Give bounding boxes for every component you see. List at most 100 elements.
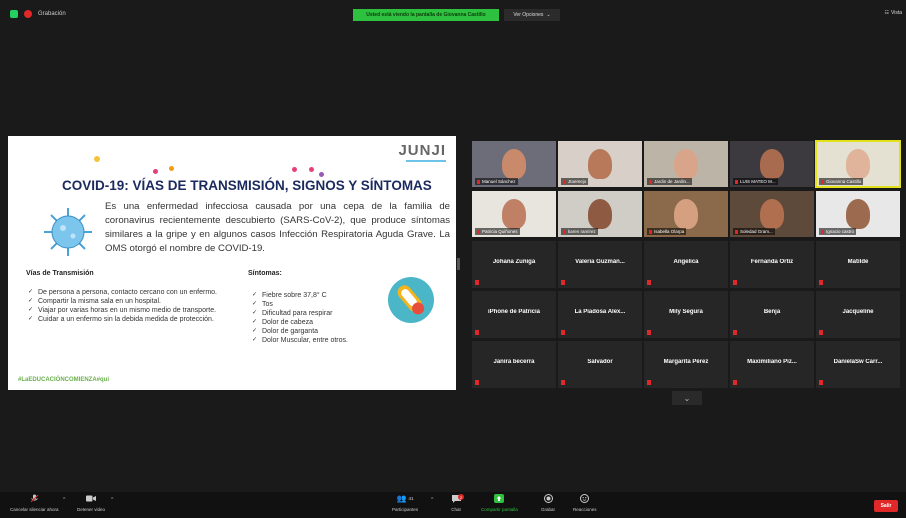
participant-tile[interactable]: DanielaSw Carr... — [816, 341, 900, 388]
participant-video-feed — [502, 149, 526, 179]
split-view-resize-handle[interactable] — [457, 258, 460, 270]
coronavirus-icon — [44, 208, 92, 256]
participant-name: LUIS MATEO M... — [740, 179, 776, 184]
symptoms-list: Fiebre sobre 37,8° C Tos Dificultad para… — [252, 291, 392, 345]
list-item: Compartir la misma sala en un hospital. — [28, 297, 238, 306]
microphone-muted-icon — [733, 280, 737, 285]
slide-intro-paragraph: Es una enfermedad infecciosa causada por… — [105, 201, 450, 254]
microphone-muted-icon — [475, 280, 479, 285]
participant-name: Giovanna Castillo — [826, 179, 862, 184]
unmute-button[interactable]: Cancelar silenciar ahora — [10, 494, 59, 512]
video-tile[interactable]: karen ramírez — [558, 191, 642, 237]
microphone-muted-icon — [563, 229, 566, 234]
stop-video-button[interactable]: Detener video — [77, 494, 105, 512]
audio-options-caret[interactable]: ^ — [63, 497, 65, 503]
participant-video-feed — [760, 199, 784, 229]
microphone-muted-icon — [649, 229, 652, 234]
participants-options-caret[interactable]: ^ — [431, 497, 433, 503]
participant-tile[interactable]: Valeria Guzmán... — [558, 241, 642, 288]
slide-title: COVID-19: VÍAS DE TRANSMISIÓN, SIGNOS Y … — [62, 178, 432, 193]
participant-name-label: Ignacio castro — [819, 228, 857, 235]
leave-meeting-button[interactable]: Salir — [874, 500, 898, 512]
participant-video-feed — [588, 199, 612, 229]
list-item: Dolor de cabeza — [252, 318, 392, 327]
participant-tile[interactable]: Angelica — [644, 241, 728, 288]
microphone-muted-icon — [821, 229, 824, 234]
screen-share-banner: Usted está viendo la pantalla de Giovann… — [353, 9, 499, 21]
participant-tile[interactable]: Margarita Pérez — [644, 341, 728, 388]
chat-label: Chat — [451, 507, 461, 512]
view-options-button[interactable]: Ver Opciones ⌄ — [504, 9, 560, 21]
video-tile[interactable]: Jtoemejo — [558, 141, 642, 187]
list-item: Cuidar a un enfermo sin la debida medida… — [28, 315, 238, 324]
share-screen-label: Compartir pantalla — [481, 507, 518, 512]
participant-tile[interactable]: Maximiliano Piz... — [730, 341, 814, 388]
microphone-muted-icon — [733, 330, 737, 335]
video-options-caret[interactable]: ^ — [111, 497, 113, 503]
participant-name: Jardin de Jardin... — [654, 179, 690, 184]
record-button[interactable]: Grabar — [541, 494, 555, 512]
meeting-top-bar: Grabación Usted está viendo la pantalla … — [0, 0, 906, 26]
participant-video-feed — [502, 199, 526, 229]
recording-indicator[interactable]: Grabación — [10, 10, 66, 18]
participant-tile[interactable]: La Piadosa Alex... — [558, 291, 642, 338]
next-page-button[interactable]: ⌄ — [672, 391, 702, 405]
chat-button[interactable]: 2 Chat — [451, 494, 464, 512]
participant-name-label: Giovanna Castillo — [819, 178, 864, 185]
participant-name: Jacqueline — [842, 309, 874, 315]
video-tile[interactable]: Isabella Olarpa — [644, 191, 728, 237]
participant-name: Ignacio castro — [826, 229, 855, 234]
view-layout-button[interactable]: ☷ Vista — [884, 10, 902, 16]
participant-name: Salvador — [587, 359, 613, 365]
microphone-muted-icon — [821, 179, 824, 184]
participant-name: Maximiliano Piz... — [747, 359, 797, 365]
participants-button[interactable]: 👥 41 Participantes — [392, 494, 418, 512]
participant-name: Johana Zuñiga — [492, 259, 536, 265]
participant-tile[interactable]: iPhone de Patricia — [472, 291, 556, 338]
recording-dot-icon — [24, 10, 32, 18]
microphone-muted-icon — [29, 494, 39, 503]
junji-logo: JUNJI — [398, 142, 446, 159]
video-tile[interactable]: Ignacio castro — [816, 191, 900, 237]
participant-tile[interactable]: Matilde — [816, 241, 900, 288]
participants-icon: 👥 41 — [396, 494, 414, 503]
view-options-label: Ver Opciones — [513, 12, 544, 18]
reactions-button[interactable]: Reacciones — [573, 494, 597, 512]
record-icon — [543, 494, 553, 503]
microphone-muted-icon — [647, 380, 651, 385]
video-tile[interactable]: LUIS MATEO M... — [730, 141, 814, 187]
security-shield-icon[interactable] — [10, 10, 18, 18]
participant-name-label: Isabella Olarpa — [647, 228, 687, 235]
participant-video-feed — [760, 149, 784, 179]
participant-name: Valeria Guzmán... — [575, 259, 625, 265]
participant-video-feed — [674, 149, 698, 179]
share-screen-button[interactable]: Compartir pantalla — [481, 494, 518, 512]
microphone-muted-icon — [561, 280, 565, 285]
video-tile[interactable]: Soledad Gram... — [730, 191, 814, 237]
video-tile[interactable]: Manuel Sánchez — [472, 141, 556, 187]
participant-tile[interactable]: Johana Zuñiga — [472, 241, 556, 288]
participant-name: Angelica — [673, 259, 699, 265]
participant-name: Isabella Olarpa — [654, 229, 685, 234]
video-tile[interactable]: Jardin de Jardin... — [644, 141, 728, 187]
participant-tile[interactable]: Benja — [730, 291, 814, 338]
participant-tile[interactable]: Fernanda Ortiz — [730, 241, 814, 288]
reactions-label: Reacciones — [573, 507, 597, 512]
video-tile[interactable]: Patricia Quiñones — [472, 191, 556, 237]
participant-name: Manuel Sánchez — [482, 179, 516, 184]
participant-name: karen ramírez — [568, 229, 596, 234]
participant-name: iPhone de Patricia — [487, 309, 541, 315]
participant-tile[interactable]: Jacqueline — [816, 291, 900, 338]
logo-underline — [406, 160, 446, 162]
unmute-label: Cancelar silenciar ahora — [10, 507, 59, 512]
list-item: Dificultad para respirar — [252, 309, 392, 318]
participant-name: Benja — [763, 309, 781, 315]
participant-tile[interactable]: Salvador — [558, 341, 642, 388]
microphone-muted-icon — [649, 179, 652, 184]
decor-dot — [309, 167, 314, 172]
list-item: De persona a persona, contacto cercano c… — [28, 288, 238, 297]
participant-tile[interactable]: Mily Segura — [644, 291, 728, 338]
participant-tile[interactable]: Janira becerra — [472, 341, 556, 388]
view-layout-label: Vista — [890, 10, 902, 16]
video-tile[interactable]: Giovanna Castillo — [815, 140, 901, 188]
